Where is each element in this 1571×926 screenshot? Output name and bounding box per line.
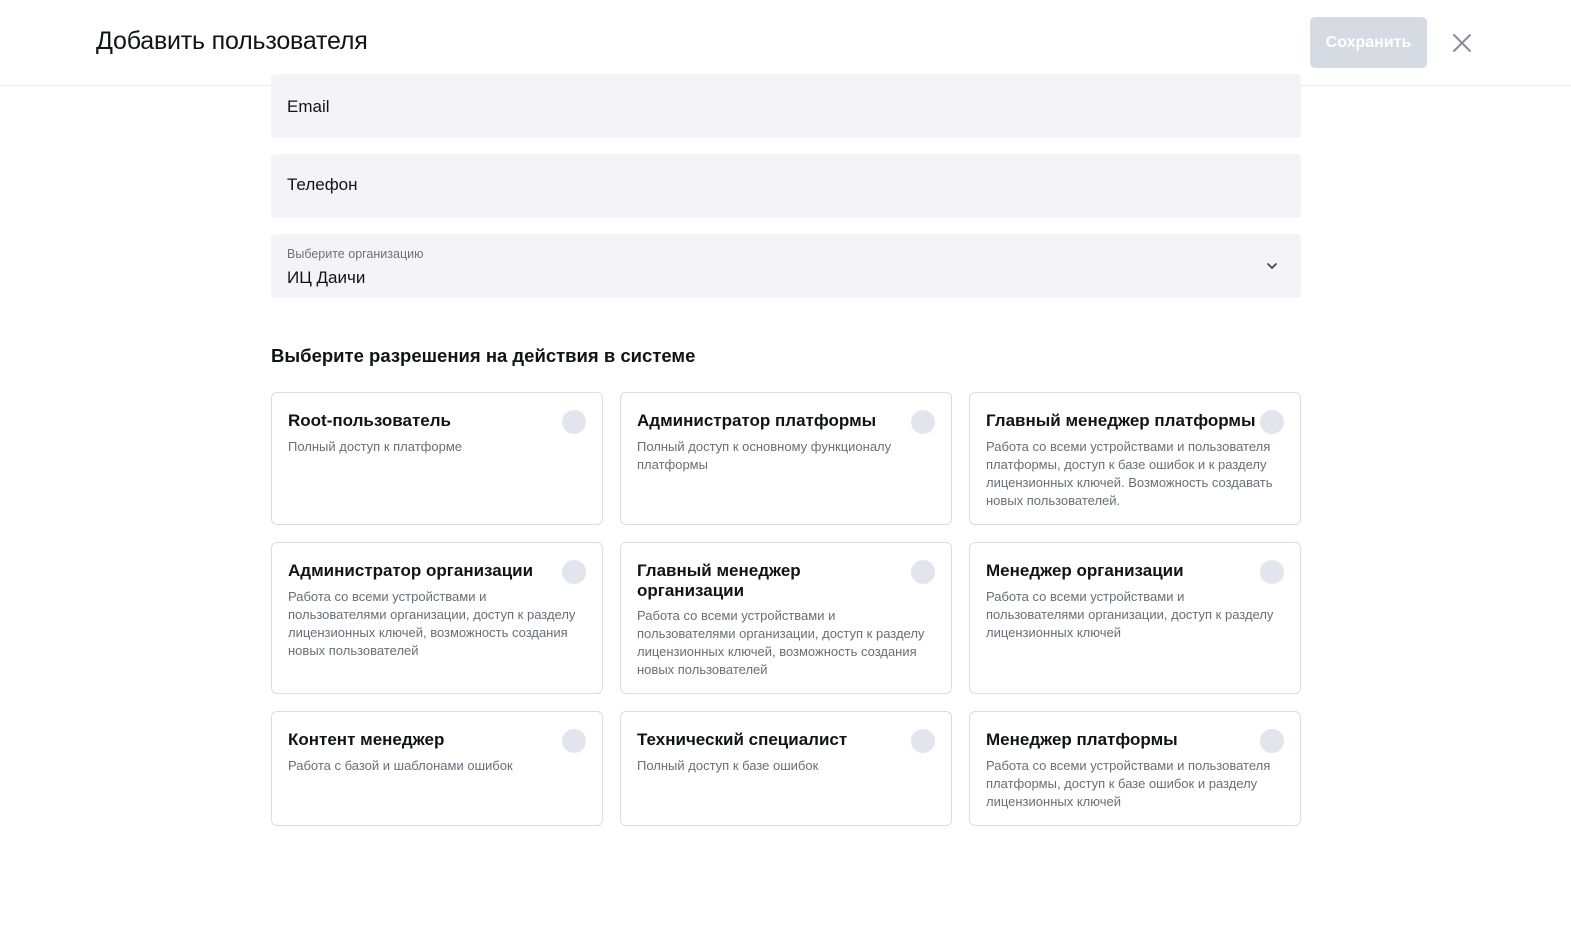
permission-card-technical-specialist[interactable]: Технический специалист Полный доступ к б… xyxy=(620,711,952,826)
permission-card-platform-admin[interactable]: Администратор платформы Полный доступ к … xyxy=(620,392,952,525)
permission-card-title: Администратор организации xyxy=(288,561,534,580)
phone-field-label: Телефон xyxy=(287,175,358,194)
permission-card-title: Администратор платформы xyxy=(637,411,877,430)
permission-card-description: Работа со всеми устройствами и пользоват… xyxy=(986,589,1274,640)
permission-radio[interactable] xyxy=(1260,410,1284,434)
organization-select-label: Выберите организацию xyxy=(287,247,424,261)
permission-card-organization-manager[interactable]: Менеджер организации Работа со всеми уст… xyxy=(969,542,1301,694)
permission-card-description: Полный доступ к основному функционалу пл… xyxy=(637,439,892,472)
permission-card-title: Технический специалист xyxy=(637,730,848,749)
permissions-section-title: Выберите разрешения на действия в систем… xyxy=(271,345,696,366)
permission-card-title: Главный менеджер организации xyxy=(637,561,801,600)
permission-card-title: Главный менеджер платформы xyxy=(986,411,1256,430)
permission-card-title: Менеджер организации xyxy=(986,561,1184,580)
permission-card-description: Полный доступ к платформе xyxy=(288,439,462,454)
permission-radio[interactable] xyxy=(911,560,935,584)
permission-card-description: Работа со всеми устройствами и пользоват… xyxy=(986,439,1273,508)
permission-card-title: Менеджер платформы xyxy=(986,730,1178,749)
permission-card-platform-manager[interactable]: Менеджер платформы Работа со всеми устро… xyxy=(969,711,1301,826)
permission-card-root-user[interactable]: Root-пользователь Полный доступ к платфо… xyxy=(271,392,603,525)
permission-radio[interactable] xyxy=(911,410,935,434)
permission-radio[interactable] xyxy=(911,729,935,753)
close-button[interactable] xyxy=(1448,29,1476,57)
email-field[interactable]: Email xyxy=(271,74,1301,138)
close-icon xyxy=(1453,34,1471,52)
permission-radio[interactable] xyxy=(1260,729,1284,753)
permission-card-content-manager[interactable]: Контент менеджер Работа с базой и шаблон… xyxy=(271,711,603,826)
permission-card-title: Root-пользователь xyxy=(288,411,451,430)
chevron-down-icon xyxy=(1267,263,1277,269)
page-title: Добавить пользователя xyxy=(96,27,368,55)
permission-radio[interactable] xyxy=(562,410,586,434)
permission-card-description: Работа со всеми устройствами и пользоват… xyxy=(986,758,1271,809)
save-button[interactable]: Сохранить xyxy=(1310,17,1427,68)
permission-card-organization-admin[interactable]: Администратор организации Работа со всем… xyxy=(271,542,603,694)
permission-radio[interactable] xyxy=(562,729,586,753)
organization-select[interactable]: Выберите организацию ИЦ Даичи xyxy=(271,234,1301,298)
email-field-label: Email xyxy=(287,97,330,116)
permission-card-description: Работа с базой и шаблонами ошибок xyxy=(288,758,513,773)
permission-card-organization-chief-manager[interactable]: Главный менеджер организации Работа со в… xyxy=(620,542,952,694)
permission-card-description: Полный доступ к базе ошибок xyxy=(637,758,819,773)
permission-card-description: Работа со всеми устройствами и пользоват… xyxy=(288,589,576,658)
permission-card-title: Контент менеджер xyxy=(288,730,445,749)
permission-radio[interactable] xyxy=(1260,560,1284,584)
organization-select-value: ИЦ Даичи xyxy=(287,268,366,287)
permission-card-description: Работа со всеми устройствами и пользоват… xyxy=(637,608,925,677)
permission-radio[interactable] xyxy=(562,560,586,584)
phone-field[interactable]: Телефон xyxy=(271,154,1301,218)
permission-card-platform-chief-manager[interactable]: Главный менеджер платформы Работа со все… xyxy=(969,392,1301,525)
